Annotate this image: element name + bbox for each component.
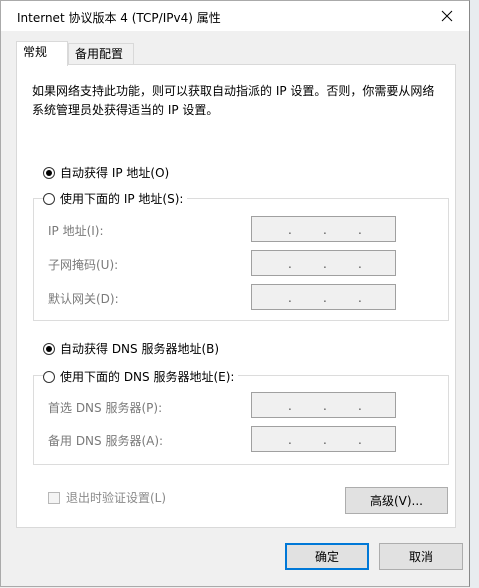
advanced-button-label: 高级(V)...	[369, 494, 424, 508]
description-text: 如果网络支持此功能，则可以获取自动指派的 IP 设置。否则，你需要从网络系统管理…	[32, 84, 435, 117]
tab-general-label: 常规	[23, 45, 48, 59]
ok-button-label: 确定	[314, 550, 339, 564]
alternate-dns-label: 备用 DNS 服务器(A):	[48, 434, 164, 448]
manual-ip-radio[interactable]: 使用下面的 IP 地址(S):	[43, 190, 188, 207]
preferred-dns-input[interactable]: . . .	[251, 392, 396, 418]
title-bar[interactable]: Internet 协议版本 4 (TCP/IPv4) 属性	[1, 1, 469, 31]
subnet-mask-label: 子网掩码(U):	[48, 258, 119, 272]
tab-alternate-config-label: 备用配置	[75, 47, 124, 61]
ok-button[interactable]: 确定	[285, 543, 369, 570]
cancel-button-label: 取消	[408, 550, 433, 564]
ip-address-label: IP 地址(I):	[48, 224, 104, 238]
manual-dns-label: 使用下面的 DNS 服务器地址(E):	[60, 370, 235, 384]
checkbox-box[interactable]	[48, 491, 60, 504]
dialog-window: Internet 协议版本 4 (TCP/IPv4) 属性 常规 备用配置 如果…	[0, 0, 470, 587]
ip-dot: .	[288, 257, 292, 271]
ip-dot: .	[288, 433, 292, 447]
close-button[interactable]	[425, 1, 469, 31]
auto-dns-radio[interactable]: 自动获得 DNS 服务器地址(B)	[43, 340, 219, 357]
advanced-button[interactable]: 高级(V)...	[345, 487, 448, 514]
radio-button[interactable]	[43, 370, 55, 383]
ip-dot: .	[358, 433, 362, 447]
ip-dot: .	[288, 399, 292, 413]
default-gateway-input[interactable]: . . .	[251, 284, 396, 310]
radio-button[interactable]	[43, 342, 55, 355]
default-gateway-label: 默认网关(D):	[48, 292, 119, 306]
ip-dot: .	[323, 257, 327, 271]
general-tab-panel: 如果网络支持此功能，则可以获取自动指派的 IP 设置。否则，你需要从网络系统管理…	[16, 64, 456, 528]
ip-dot: .	[358, 291, 362, 305]
auto-dns-label: 自动获得 DNS 服务器地址(B)	[60, 342, 220, 356]
tab-general[interactable]: 常规	[16, 41, 68, 66]
ip-dot: .	[288, 223, 292, 237]
alternate-dns-input[interactable]: . . .	[251, 426, 396, 452]
auto-ip-radio[interactable]: 自动获得 IP 地址(O)	[43, 164, 169, 181]
cancel-button[interactable]: 取消	[379, 543, 463, 570]
tab-alternate-config[interactable]: 备用配置	[68, 43, 134, 64]
radio-button[interactable]	[43, 166, 55, 179]
manual-dns-radio[interactable]: 使用下面的 DNS 服务器地址(E):	[43, 368, 239, 385]
ip-dot: .	[323, 399, 327, 413]
auto-ip-label: 自动获得 IP 地址(O)	[60, 166, 170, 180]
validate-on-exit-label: 退出时验证设置(L)	[66, 491, 167, 505]
ip-dot: .	[323, 433, 327, 447]
close-icon	[441, 10, 453, 22]
ip-dot: .	[358, 257, 362, 271]
ip-dot: .	[323, 223, 327, 237]
subnet-mask-input[interactable]: . . .	[251, 250, 396, 276]
window-title: Internet 协议版本 4 (TCP/IPv4) 属性	[17, 11, 221, 25]
validate-on-exit-checkbox[interactable]: 退出时验证设置(L)	[48, 489, 166, 506]
ip-dot: .	[288, 291, 292, 305]
ip-dot: .	[358, 399, 362, 413]
radio-button[interactable]	[43, 192, 55, 205]
manual-ip-label: 使用下面的 IP 地址(S):	[60, 192, 184, 206]
ip-address-input[interactable]: . . .	[251, 216, 396, 242]
ip-dot: .	[323, 291, 327, 305]
preferred-dns-label: 首选 DNS 服务器(P):	[48, 401, 163, 415]
background-edge	[470, 0, 479, 588]
ip-dot: .	[358, 223, 362, 237]
